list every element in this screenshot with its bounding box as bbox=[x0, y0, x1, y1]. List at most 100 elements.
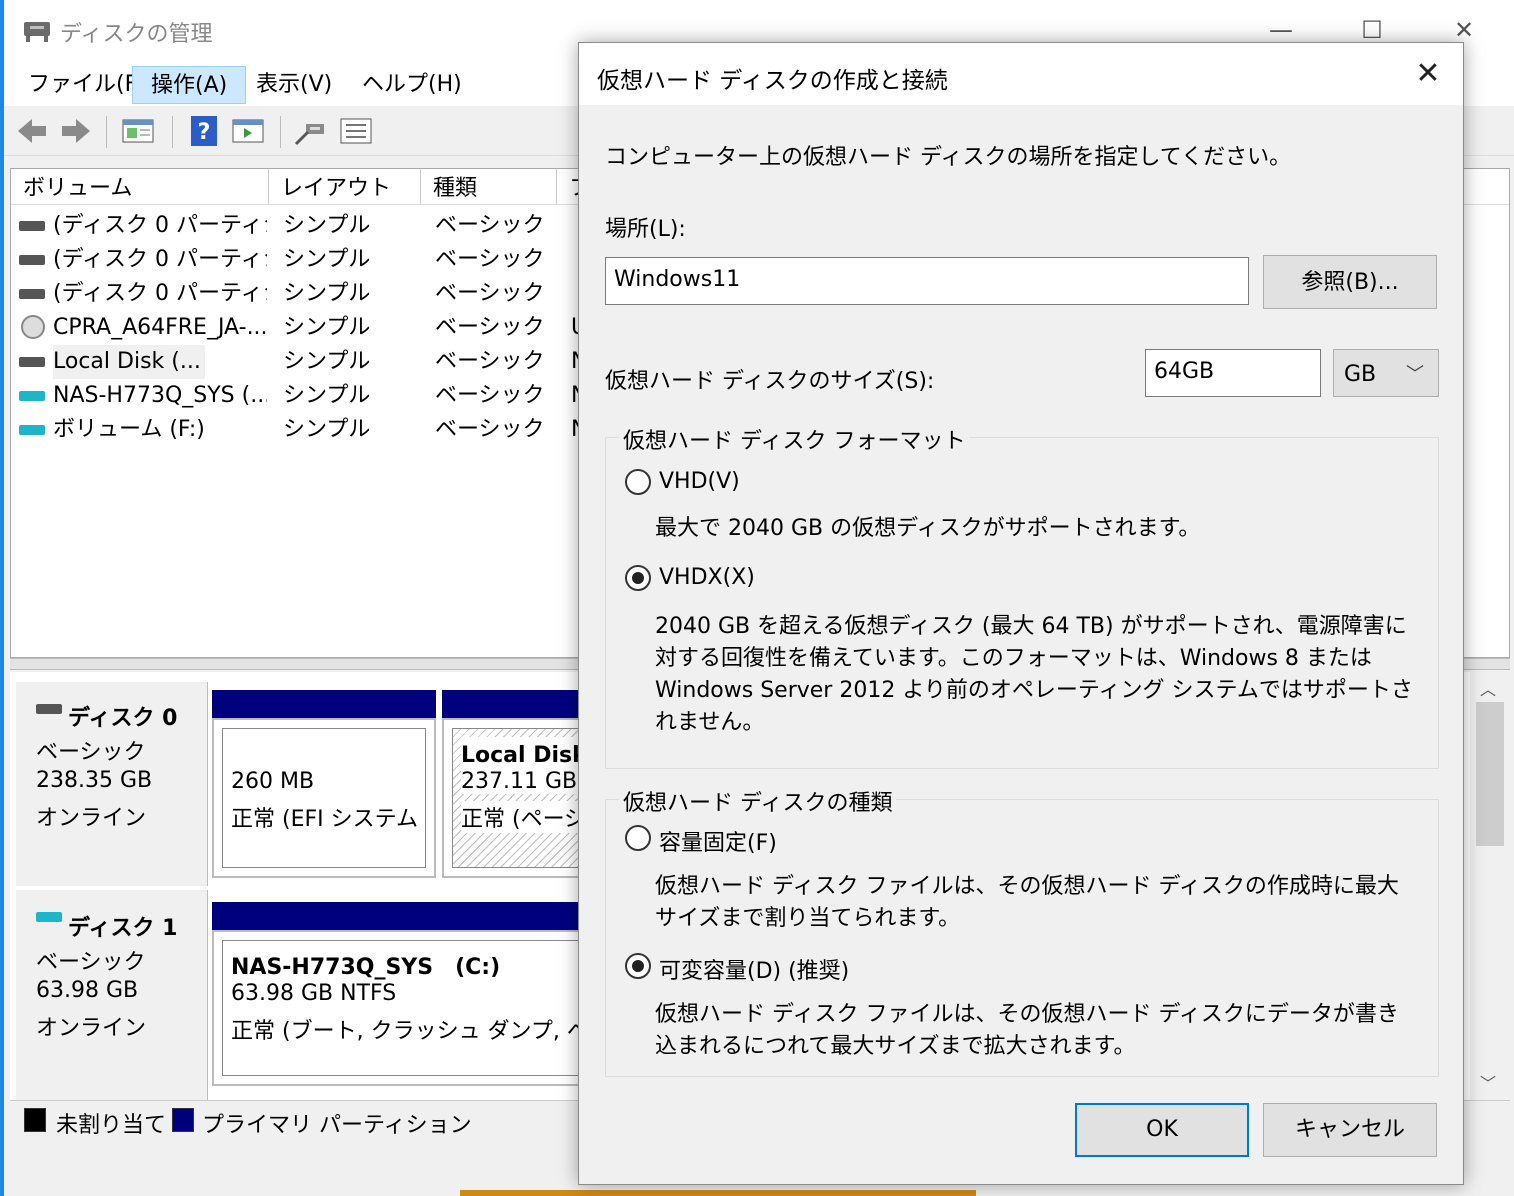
partition-status: 正常 (ページ フ bbox=[461, 801, 591, 833]
drive-icon bbox=[19, 357, 45, 367]
volume-name: CPRA_A64FRE_JA-... bbox=[53, 315, 267, 340]
drive-icon bbox=[19, 391, 45, 401]
dialog-title: 仮想ハード ディスクの作成と接続 bbox=[597, 68, 948, 94]
disk-management-app-icon bbox=[24, 22, 50, 42]
ok-button[interactable]: OK bbox=[1075, 1103, 1249, 1157]
type-group-label: 仮想ハード ディスクの種類 bbox=[619, 785, 897, 817]
volume-name: (ディスク 0 パーティショ... bbox=[53, 213, 267, 238]
drive-icon bbox=[19, 425, 45, 435]
menu-action[interactable]: 操作(A) bbox=[132, 66, 247, 104]
scroll-thumb[interactable] bbox=[1476, 702, 1504, 846]
size-label: 仮想ハード ディスクのサイズ(S): bbox=[605, 369, 935, 394]
column-header-layout[interactable]: レイアウト bbox=[269, 169, 421, 205]
legend-label: プライマリ パーティション bbox=[202, 1113, 472, 1138]
size-unit-value: GB bbox=[1344, 362, 1377, 387]
legend-swatch-unallocated bbox=[24, 1108, 46, 1132]
volume-layout: シンプル bbox=[283, 281, 371, 306]
partition-strip bbox=[212, 902, 602, 930]
column-header-type[interactable]: 種類 bbox=[421, 169, 557, 205]
radio-selected-dot bbox=[632, 572, 644, 584]
create-vhd-dialog: 仮想ハード ディスクの作成と接続 ✕ コンピューター上の仮想ハード ディスクの場… bbox=[578, 42, 1464, 1185]
drive-icon bbox=[36, 912, 62, 922]
legend-label: 未割り当て bbox=[56, 1113, 167, 1138]
location-input[interactable]: Windows11 bbox=[605, 257, 1249, 305]
volume-name: (ディスク 0 パーティショ... bbox=[53, 247, 267, 272]
cancel-button[interactable]: キャンセル bbox=[1263, 1103, 1437, 1157]
dynamic-size-radio-label[interactable]: 可変容量(D) (推奨) bbox=[659, 953, 849, 985]
volume-layout: シンプル bbox=[283, 383, 371, 408]
browse-button[interactable]: 参照(B)... bbox=[1263, 255, 1437, 309]
drive-icon bbox=[19, 289, 45, 299]
disk-kind: ベーシック bbox=[36, 740, 146, 765]
scroll-down-icon[interactable]: ﹀ bbox=[1480, 1070, 1496, 1094]
toolbar-separator bbox=[106, 116, 107, 148]
vhdx-description: 2040 GB を超える仮想ディスク (最大 64 TB) がサポートされ、電源… bbox=[655, 614, 1413, 735]
volume-layout: シンプル bbox=[283, 247, 371, 272]
connect-icon[interactable] bbox=[292, 114, 328, 148]
settings-list-icon[interactable] bbox=[338, 114, 374, 148]
vhdx-radio[interactable] bbox=[625, 565, 651, 591]
volume-name: NAS-H773Q_SYS (... bbox=[53, 383, 267, 408]
vhd-radio-label[interactable]: VHD(V) bbox=[659, 469, 740, 494]
disk-name: ディスク 1 bbox=[68, 916, 178, 941]
dynamic-size-radio[interactable] bbox=[625, 953, 651, 979]
fixed-size-radio[interactable] bbox=[625, 825, 651, 851]
format-group-label: 仮想ハード ディスク フォーマット bbox=[619, 423, 970, 455]
disk-size: 63.98 GB bbox=[36, 978, 139, 1003]
partition-inner: NAS-H773Q_SYS (C:) 63.98 GB NTFS 正常 (ブート… bbox=[222, 940, 592, 1076]
partition-efi[interactable]: 260 MB 正常 (EFI システム パ bbox=[212, 718, 436, 878]
partition-status: 正常 (ブート, クラッシュ ダンプ, ベーシック bbox=[231, 1019, 591, 1044]
disk-size: 238.35 GB bbox=[36, 768, 153, 793]
disk-view-scrollbar[interactable]: ︿ ﹀ bbox=[1470, 672, 1510, 1100]
dialog-close-button[interactable]: ✕ bbox=[1405, 53, 1451, 95]
vhdx-radio-label[interactable]: VHDX(X) bbox=[659, 565, 755, 590]
partition-inner: Local Disk ( 237.11 GB NT 正常 (ページ フ bbox=[452, 728, 592, 868]
disk-status: オンライン bbox=[36, 1016, 147, 1041]
size-unit-select[interactable]: GB ﹀ bbox=[1333, 349, 1439, 397]
partition-inner: 260 MB 正常 (EFI システム パ bbox=[222, 728, 426, 868]
partition-size: 260 MB bbox=[231, 769, 315, 794]
partition-system[interactable]: NAS-H773Q_SYS (C:) 63.98 GB NTFS 正常 (ブート… bbox=[212, 930, 602, 1086]
help-icon[interactable]: ? bbox=[186, 114, 222, 148]
disk-0-label[interactable]: ディスク 0 ベーシック 238.35 GB オンライン bbox=[16, 682, 208, 886]
volume-layout: シンプル bbox=[283, 213, 371, 238]
volume-type: ベーシック bbox=[435, 213, 545, 238]
vhd-radio[interactable] bbox=[625, 469, 651, 495]
partition-title: Local Disk ( bbox=[461, 737, 591, 769]
volume-name: Local Disk (... bbox=[53, 345, 205, 379]
volume-type: ベーシック bbox=[435, 417, 545, 442]
svg-text:?: ? bbox=[198, 120, 211, 145]
disk-status: オンライン bbox=[36, 806, 147, 831]
disk-kind: ベーシック bbox=[36, 950, 146, 975]
size-input[interactable]: 64GB bbox=[1145, 349, 1321, 397]
volume-type: ベーシック bbox=[435, 349, 545, 374]
column-header-volume[interactable]: ボリューム bbox=[11, 169, 269, 205]
menu-help[interactable]: ヘルプ(H) bbox=[344, 66, 480, 104]
forward-icon[interactable] bbox=[58, 114, 94, 148]
volume-type: ベーシック bbox=[435, 247, 545, 272]
scroll-up-icon[interactable]: ︿ bbox=[1480, 676, 1496, 700]
back-icon[interactable] bbox=[14, 114, 50, 148]
dialog-instruction: コンピューター上の仮想ハード ディスクの場所を指定してください。 bbox=[605, 145, 1292, 170]
chevron-down-icon: ﹀ bbox=[1406, 364, 1424, 385]
volume-name: ボリューム (F:) bbox=[53, 417, 205, 442]
toolbar-separator bbox=[172, 116, 173, 148]
volume-type: ベーシック bbox=[435, 281, 545, 306]
dialog-title-bar: 仮想ハード ディスクの作成と接続 ✕ bbox=[579, 43, 1463, 105]
properties-icon[interactable] bbox=[230, 114, 266, 148]
fixed-size-description: 仮想ハード ディスク ファイルは、その仮想ハード ディスクの作成時に最大サイズま… bbox=[655, 874, 1399, 931]
partition-size: 63.98 GB NTFS bbox=[231, 981, 397, 1006]
legend-swatch-primary bbox=[172, 1108, 194, 1132]
dynamic-size-description: 仮想ハード ディスク ファイルは、その仮想ハード ディスクにデータが書き込まれる… bbox=[655, 1002, 1399, 1059]
toolbar-separator bbox=[280, 116, 281, 148]
disk-1-label[interactable]: ディスク 1 ベーシック 63.98 GB オンライン bbox=[16, 890, 208, 1100]
drive-icon bbox=[19, 255, 45, 265]
disk-list-icon[interactable] bbox=[120, 114, 156, 148]
partition-strip bbox=[212, 690, 436, 718]
menu-view[interactable]: 表示(V) bbox=[238, 66, 350, 104]
fixed-size-radio-label[interactable]: 容量固定(F) bbox=[659, 825, 777, 857]
volume-layout: シンプル bbox=[283, 315, 371, 340]
partition-status: 正常 (EFI システム パ bbox=[231, 807, 426, 832]
window-title: ディスクの管理 bbox=[60, 22, 213, 47]
vhd-description: 最大で 2040 GB の仮想ディスクがサポートされます。 bbox=[655, 516, 1201, 541]
